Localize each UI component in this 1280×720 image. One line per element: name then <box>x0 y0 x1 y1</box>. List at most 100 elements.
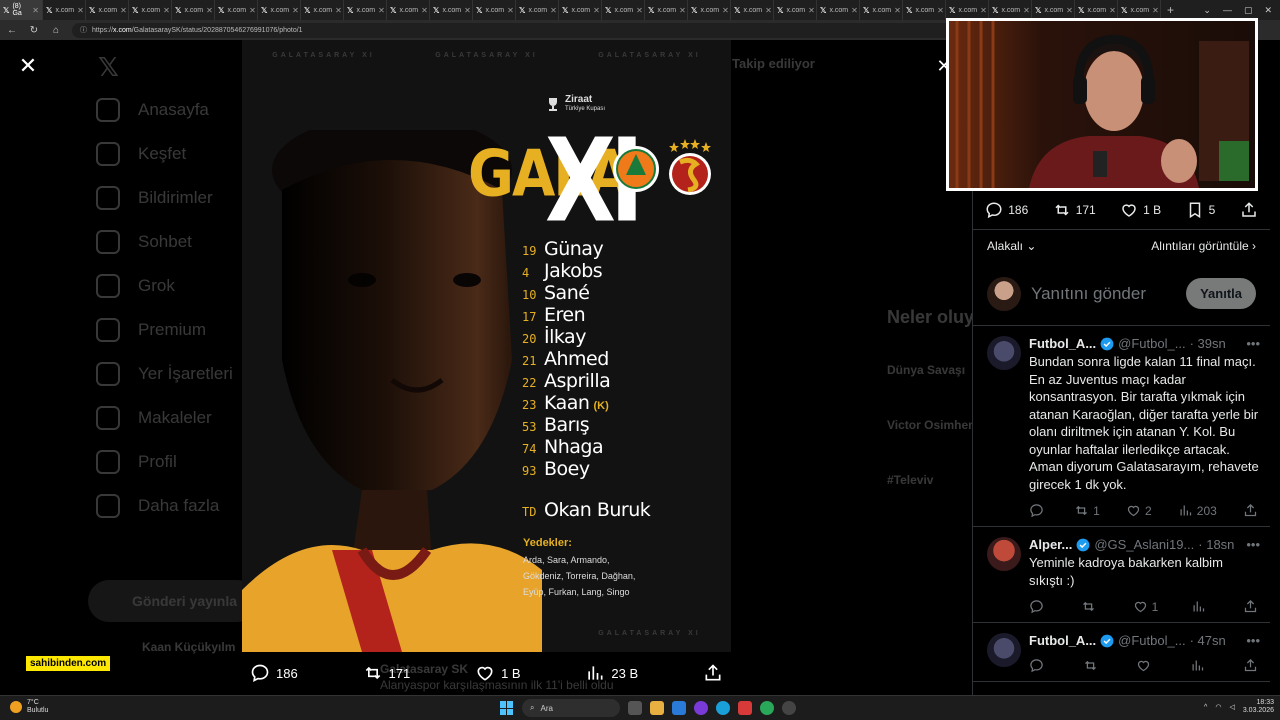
obs-icon[interactable] <box>782 701 796 715</box>
close-tab-icon[interactable]: ✕ <box>120 6 127 15</box>
close-tab-icon[interactable]: ✕ <box>894 6 901 15</box>
tweet-handle[interactable]: @Futbol_... <box>1118 633 1185 648</box>
home-icon[interactable]: ⌂ <box>50 25 62 36</box>
more-options-icon[interactable]: ••• <box>1246 633 1260 648</box>
minimize-button[interactable]: — <box>1223 5 1232 15</box>
clock[interactable]: 18:33 3.03.2026 <box>1243 699 1274 715</box>
browser-tab[interactable]: 𝕏x.com ✕ <box>602 0 645 20</box>
tweet-author-name[interactable]: Futbol_A... <box>1029 633 1096 648</box>
browser-tab[interactable]: 𝕏x.com ✕ <box>301 0 344 20</box>
panel-bookmark-button[interactable]: 5 <box>1186 201 1215 219</box>
media-reply-button[interactable]: 186 <box>250 663 298 683</box>
tweet-views-button[interactable]: 203 <box>1178 503 1217 518</box>
browser-tab[interactable]: 𝕏 (8) Ga ✕ <box>0 0 43 20</box>
browser-tab[interactable]: 𝕏x.com ✕ <box>344 0 387 20</box>
site-info-icon[interactable]: ⓘ <box>80 25 87 35</box>
chrome-icon[interactable] <box>760 701 774 715</box>
tweet-like-button[interactable]: 1 <box>1133 599 1158 614</box>
close-tab-icon[interactable]: ✕ <box>937 6 944 15</box>
tweet-views-button[interactable] <box>1190 658 1209 673</box>
panel-reply-button[interactable]: 186 <box>985 201 1028 219</box>
browser-tab[interactable]: 𝕏x.com ✕ <box>903 0 946 20</box>
more-options-icon[interactable]: ••• <box>1246 537 1260 552</box>
browser-tab[interactable]: 𝕏x.com ✕ <box>516 0 559 20</box>
reply-button[interactable]: Yanıtla <box>1186 278 1256 309</box>
tweet-repost-button[interactable] <box>1083 658 1102 673</box>
browser-tab[interactable]: 𝕏x.com ✕ <box>387 0 430 20</box>
tweet-repost-button[interactable] <box>1081 599 1100 614</box>
tweet-author-name[interactable]: Futbol_A... <box>1029 336 1096 351</box>
close-tab-icon[interactable]: ✕ <box>550 6 557 15</box>
close-tab-icon[interactable]: ✕ <box>722 6 729 15</box>
tweet-time[interactable]: · 18sn <box>1198 537 1234 552</box>
close-tab-icon[interactable]: ✕ <box>507 6 514 15</box>
media-like-button[interactable]: 1 B <box>475 663 521 683</box>
panel-like-button[interactable]: 1 B <box>1120 201 1161 219</box>
close-tab-icon[interactable]: ✕ <box>679 6 686 15</box>
close-window-button[interactable]: ✕ <box>1264 5 1272 16</box>
reply-tweet[interactable]: Alper... @GS_Aslani19... · 18sn ••• Yeminle … <box>973 527 1270 623</box>
reply-tweet[interactable]: Futbol_A... @Futbol_... · 39sn ••• Bundan so… <box>973 326 1270 527</box>
panel-share-button[interactable] <box>1240 201 1258 219</box>
close-tab-icon[interactable]: ✕ <box>980 6 987 15</box>
browser-tab[interactable]: 𝕏x.com ✕ <box>774 0 817 20</box>
browser-tab[interactable]: 𝕏x.com ✕ <box>731 0 774 20</box>
file-explorer-icon[interactable] <box>650 701 664 715</box>
close-tab-icon[interactable]: ✕ <box>378 6 385 15</box>
close-tab-icon[interactable]: ✕ <box>1109 6 1116 15</box>
close-tab-icon[interactable]: ✕ <box>1152 6 1159 15</box>
edge-icon[interactable] <box>716 701 730 715</box>
avatar[interactable] <box>987 537 1021 571</box>
close-tab-icon[interactable]: ✕ <box>636 6 643 15</box>
media-share-button[interactable] <box>703 663 723 683</box>
close-media-icon[interactable]: ✕ <box>16 53 40 78</box>
reply-tweet[interactable]: Futbol_A... @Futbol_... · 47sn ••• <box>973 623 1270 682</box>
browser-tab[interactable]: 𝕏x.com ✕ <box>473 0 516 20</box>
more-options-icon[interactable]: ••• <box>1246 336 1260 351</box>
browser-tab[interactable]: 𝕏x.com ✕ <box>645 0 688 20</box>
browser-tab[interactable]: 𝕏x.com ✕ <box>43 0 86 20</box>
tweet-share-button[interactable] <box>1243 503 1258 518</box>
close-tab-icon[interactable]: ✕ <box>335 6 342 15</box>
tab-list-icon[interactable]: ⌄ <box>1203 5 1211 16</box>
wifi-icon[interactable]: ◠ <box>1215 703 1221 711</box>
browser-tab[interactable]: 𝕏x.com ✕ <box>946 0 989 20</box>
tweet-share-button[interactable] <box>1243 599 1258 614</box>
close-tab-icon[interactable]: ✕ <box>206 6 213 15</box>
tweet-author-name[interactable]: Alper... <box>1029 537 1072 552</box>
close-tab-icon[interactable]: ✕ <box>292 6 299 15</box>
browser-tab[interactable]: 𝕏x.com ✕ <box>215 0 258 20</box>
maximize-button[interactable]: ▢ <box>1244 5 1253 16</box>
tweet-time[interactable]: · 47sn <box>1190 633 1226 648</box>
url-bar[interactable]: ⓘ https://x.com/GalatasaraySK/status/202… <box>72 22 962 38</box>
panel-repost-button[interactable]: 171 <box>1053 201 1096 219</box>
tweet-views-button[interactable] <box>1191 599 1210 614</box>
browser-tab[interactable]: 𝕏x.com ✕ <box>688 0 731 20</box>
tweet-reply-button[interactable] <box>1029 503 1048 518</box>
close-tab-icon[interactable]: ✕ <box>765 6 772 15</box>
avatar[interactable] <box>987 633 1021 667</box>
close-tab-icon[interactable]: ✕ <box>1023 6 1030 15</box>
browser-tab[interactable]: 𝕏x.com ✕ <box>559 0 602 20</box>
close-tab-icon[interactable]: ✕ <box>851 6 858 15</box>
close-tab-icon[interactable]: ✕ <box>464 6 471 15</box>
browser-tab[interactable]: 𝕏x.com ✕ <box>1075 0 1118 20</box>
close-tab-icon[interactable]: ✕ <box>593 6 600 15</box>
browser-tab[interactable]: 𝕏x.com ✕ <box>860 0 903 20</box>
tweet-repost-button[interactable]: 1 <box>1074 503 1100 518</box>
close-tab-icon[interactable]: ✕ <box>1066 6 1073 15</box>
reply-input[interactable]: Yanıtını gönder <box>1031 284 1176 304</box>
browser-tab[interactable]: 𝕏x.com ✕ <box>86 0 129 20</box>
browser-tab[interactable]: 𝕏x.com ✕ <box>817 0 860 20</box>
browser-tab[interactable]: 𝕏x.com ✕ <box>1032 0 1075 20</box>
tweet-like-button[interactable] <box>1136 658 1155 673</box>
close-tab-icon[interactable]: ✕ <box>249 6 256 15</box>
back-icon[interactable]: ← <box>6 25 18 36</box>
app-icon[interactable] <box>694 701 708 715</box>
media-repost-button[interactable]: 171 <box>363 663 410 683</box>
tweet-handle[interactable]: @GS_Aslani19... <box>1094 537 1194 552</box>
taskbar-search[interactable]: ⌕ Ara <box>522 699 620 717</box>
start-button[interactable] <box>500 701 514 715</box>
reload-icon[interactable]: ↻ <box>28 25 40 36</box>
sort-dropdown[interactable]: Alakalı ⌄ <box>987 239 1036 253</box>
